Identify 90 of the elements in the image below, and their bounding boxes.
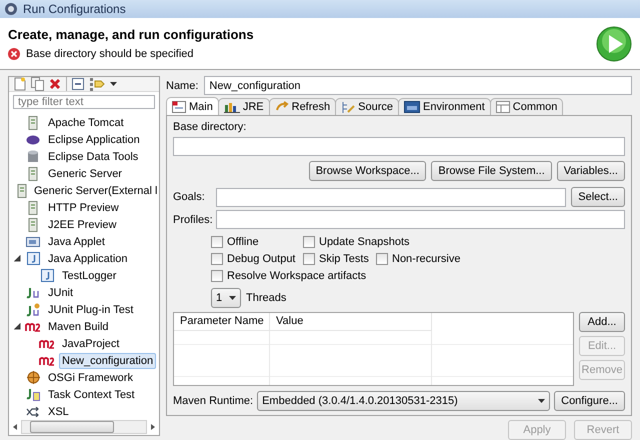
runtime-dropdown[interactable]: Embedded (3.0.4/1.4.0.20130531-2315) [257, 391, 550, 411]
tab[interactable]: JRE [218, 98, 270, 115]
browse-button[interactable]: Browse Workspace... [308, 161, 426, 181]
tree-item[interactable]: HTTP Preview [45, 200, 122, 216]
maven-icon [39, 356, 55, 366]
server-icon [28, 166, 38, 180]
environment-icon [404, 101, 420, 113]
server-icon [28, 218, 38, 232]
scroll-left-icon [11, 423, 19, 431]
base-directory-field[interactable] [173, 137, 625, 156]
tab[interactable]: Common [490, 98, 564, 115]
sphere-icon [26, 134, 40, 144]
tree-item[interactable]: Eclipse Application [45, 132, 143, 148]
app-icon [4, 2, 18, 16]
tree-item[interactable]: Task Context Test [45, 386, 138, 402]
name-label: Name: [166, 80, 198, 92]
checkbox[interactable]: Offline [211, 234, 303, 249]
browse-button[interactable]: Browse File System... [431, 161, 552, 181]
name-field[interactable]: New_configuration [204, 76, 632, 95]
configure-button[interactable]: Configure... [554, 391, 625, 411]
column-header: Parameter Name [174, 313, 270, 331]
maven-icon [39, 338, 55, 348]
refresh-icon [274, 101, 289, 113]
tree-item[interactable]: Maven Build [45, 318, 112, 334]
checkbox[interactable]: Non-recursive [376, 251, 460, 266]
tree-item[interactable]: Generic Server [45, 166, 125, 182]
tree-item[interactable]: XSL [45, 404, 72, 420]
browse-button[interactable]: Variables... [556, 161, 625, 181]
class-icon [26, 252, 40, 265]
runtime-label: Maven Runtime: [173, 395, 254, 407]
common-tab-icon [496, 101, 510, 113]
filter-field[interactable]: type filter text [13, 95, 155, 109]
horizontal-scrollbar[interactable] [11, 420, 157, 434]
column-header: Value [270, 313, 432, 331]
tree-item[interactable]: JUnit [45, 284, 76, 300]
tree-item[interactable]: JUnit Plug-in Test [45, 302, 136, 318]
delete-icon [49, 78, 61, 90]
source-icon [341, 100, 356, 114]
goals-field[interactable] [216, 188, 566, 206]
maven-icon [25, 322, 41, 332]
main-tab-icon [172, 100, 186, 112]
checkbox[interactable]: Resolve Workspace artifacts [211, 268, 460, 283]
run-icon [596, 26, 632, 62]
applet-icon [26, 236, 40, 248]
profiles-label: Profiles: [173, 212, 211, 226]
checkbox[interactable]: Skip Tests [303, 251, 376, 266]
scroll-right-icon [149, 423, 157, 431]
junit-icon [26, 388, 40, 401]
tree-item[interactable]: New_configuration [59, 352, 156, 368]
tab[interactable]: Environment [398, 98, 491, 115]
threads-label: Threads [246, 292, 286, 304]
expanded-arrow-icon[interactable] [14, 255, 20, 262]
window-title: Run Configurations [23, 2, 126, 16]
threads-dropdown[interactable]: 1 [211, 288, 241, 308]
tree-item[interactable]: Eclipse Data Tools [45, 148, 142, 164]
tree-item[interactable]: J2EE Preview [45, 216, 120, 232]
junit-icon [26, 286, 40, 298]
tree-item[interactable]: Java Application [45, 250, 130, 266]
tree-item[interactable]: Generic Server(External l [31, 182, 159, 198]
caret-icon [538, 399, 546, 403]
server-icon [17, 184, 27, 198]
server-icon [28, 200, 38, 214]
server-icon [28, 116, 38, 130]
error-message: Base directory should be specified [26, 48, 194, 60]
parameter-button[interactable]: Add... [579, 312, 625, 332]
tree-item[interactable]: JavaProject [59, 336, 122, 352]
profiles-field[interactable] [216, 210, 625, 229]
database-icon [27, 150, 39, 163]
junit-icon [26, 302, 40, 316]
tab[interactable]: Source [335, 98, 400, 115]
checkbox[interactable]: Debug Output [211, 251, 303, 266]
expanded-arrow-icon[interactable] [14, 323, 20, 330]
caret-icon [229, 296, 236, 300]
field-label: Base directory: [173, 121, 248, 133]
checkbox[interactable]: Update Snapshots [303, 234, 460, 249]
error-icon [8, 48, 20, 60]
select-button[interactable]: Select... [571, 187, 625, 207]
goals-label: Goals: [173, 190, 206, 204]
osgi-icon [26, 371, 40, 384]
dialog-title: Create, manage, and run configurations [8, 27, 254, 42]
shuffle-icon [26, 406, 40, 416]
tree-item[interactable]: Apache Tomcat [45, 114, 127, 130]
class-icon [40, 269, 54, 282]
tree-item[interactable]: TestLogger [59, 268, 120, 284]
filter-icon [89, 77, 105, 91]
tree-item[interactable]: OSGi Framework [45, 370, 136, 386]
tab[interactable]: Main [166, 97, 219, 115]
tree-item[interactable]: Java Applet [45, 234, 108, 250]
caret-icon [110, 82, 117, 86]
tab[interactable]: Refresh [268, 98, 336, 115]
